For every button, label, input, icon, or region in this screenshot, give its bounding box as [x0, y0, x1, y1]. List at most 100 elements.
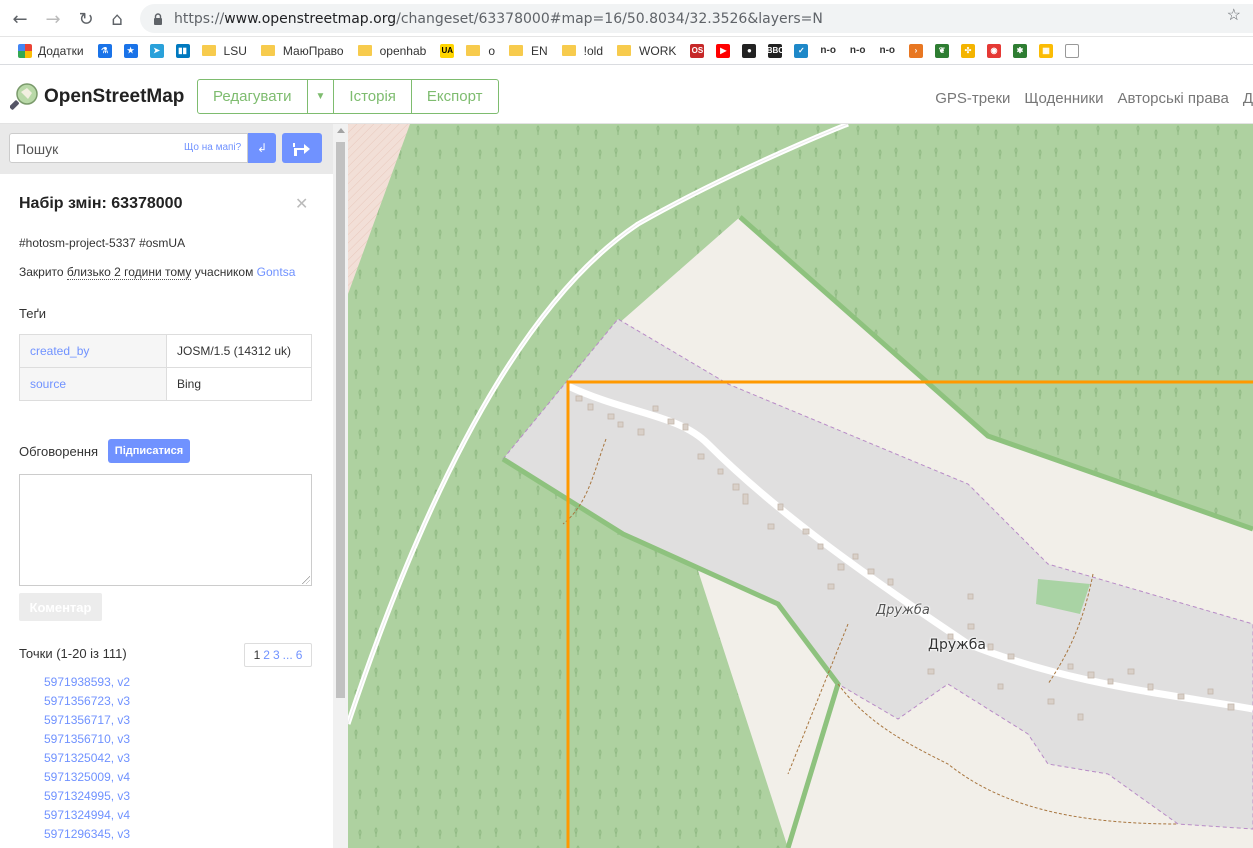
- node-link[interactable]: 5971324994, v4: [44, 808, 130, 827]
- bookmark-label: n-o: [879, 45, 896, 56]
- node-link[interactable]: 5971356723, v3: [44, 694, 130, 713]
- scrollbar-thumb[interactable]: [336, 142, 345, 698]
- nav-more[interactable]: Д: [1243, 90, 1253, 107]
- page-3[interactable]: 3: [273, 648, 280, 662]
- comment-textarea[interactable]: [19, 474, 312, 586]
- os-icon: OS: [690, 43, 705, 58]
- osm-header: OpenStreetMap Редагувати ▼ Історія Експо…: [0, 65, 1253, 124]
- folder-icon: [561, 45, 576, 56]
- bookmark-label: Додатки: [38, 43, 84, 58]
- bookmark-telegram[interactable]: ➤: [144, 40, 170, 62]
- bookmark-check[interactable]: ✓: [788, 40, 814, 62]
- home-icon[interactable]: ⌂: [106, 8, 128, 30]
- close-icon[interactable]: ✕: [295, 194, 308, 214]
- discussion-heading: Обговорення: [19, 444, 99, 459]
- edit-tabs: Редагувати ▼ Історія Експорт: [197, 79, 499, 114]
- bookmark-grid[interactable]: ▦: [1033, 40, 1059, 62]
- bookmark-leaf[interactable]: ❦: [929, 40, 955, 62]
- leaf-icon: ❦: [935, 43, 950, 58]
- bookmark-pinwheel[interactable]: ✣: [955, 40, 981, 62]
- node-link[interactable]: 5971296345, v3: [44, 827, 130, 846]
- node-link[interactable]: 5971938593, v2: [44, 675, 130, 694]
- node-link[interactable]: 5971324995, v3: [44, 789, 130, 808]
- node-list: 5971938593, v2 5971356723, v3 5971356717, …: [44, 675, 130, 846]
- url-path: /changeset/63378000#map=16/50.8034/32.35…: [396, 10, 823, 27]
- sidebar: Пошук Що на мапі? ↲ Набір змін: 63378000…: [0, 124, 348, 848]
- bookmark-folder[interactable]: EN: [503, 40, 556, 62]
- bookmark-youtube[interactable]: ▶: [710, 40, 736, 62]
- node-link[interactable]: 5971356710, v3: [44, 732, 130, 751]
- bookmark-page[interactable]: [1059, 40, 1085, 62]
- forward-icon[interactable]: →: [42, 8, 64, 30]
- directions-icon: [293, 143, 310, 156]
- directions-button[interactable]: [282, 133, 322, 163]
- folder-icon: [466, 45, 481, 56]
- bookmark-star-icon[interactable]: ☆: [1227, 5, 1241, 25]
- trello-icon: ▮▮: [175, 43, 190, 58]
- eye-icon: ◉: [987, 43, 1002, 58]
- whats-here-link[interactable]: Що на мапі?: [184, 142, 241, 153]
- bookmark-star-bookmark[interactable]: ★: [118, 40, 144, 62]
- bookmark-text[interactable]: n-o: [844, 40, 874, 62]
- bookmark-arrow[interactable]: ›: [903, 40, 929, 62]
- bookmark-lab-icon[interactable]: ⚗: [92, 40, 118, 62]
- reload-icon[interactable]: ↻: [75, 8, 97, 30]
- bookmark-ua[interactable]: UA: [434, 40, 460, 62]
- bookmark-text[interactable]: n-o: [873, 40, 903, 62]
- bookmark-folder[interactable]: o: [460, 40, 503, 62]
- tag-value: JOSM/1.5 (14312 uk): [166, 334, 312, 368]
- node-link[interactable]: 5971325042, v3: [44, 751, 130, 770]
- back-icon[interactable]: ←: [9, 8, 31, 30]
- address-bar[interactable]: https://www.openstreetmap.org/changeset/…: [140, 4, 1253, 33]
- edit-button[interactable]: Редагувати: [198, 80, 308, 113]
- bookmark-eye[interactable]: ◉: [981, 40, 1007, 62]
- resize-handle-icon[interactable]: [302, 576, 310, 584]
- bookmark-label: МаюПраво: [282, 43, 344, 58]
- bookmark-os[interactable]: OS: [684, 40, 710, 62]
- node-link[interactable]: 5971356717, v3: [44, 713, 130, 732]
- nav-gps-traces[interactable]: GPS-треки: [935, 90, 1010, 107]
- scroll-up-arrow-icon[interactable]: [337, 128, 345, 133]
- subscribe-button[interactable]: Підписатися: [108, 439, 190, 463]
- nav-copyright[interactable]: Авторські права: [1117, 90, 1228, 107]
- bookmark-folder[interactable]: !old: [556, 40, 611, 62]
- ua-icon: UA: [440, 43, 455, 58]
- bookmark-label: n-o: [820, 45, 836, 56]
- export-tab[interactable]: Експорт: [412, 80, 498, 113]
- logo[interactable]: OpenStreetMap: [10, 82, 184, 112]
- check-icon: ✓: [794, 43, 809, 58]
- bookmark-label: WORK: [639, 43, 677, 58]
- map-label-village[interactable]: Дружба: [928, 637, 986, 653]
- page-last[interactable]: 6: [296, 648, 303, 662]
- apps-bookmark[interactable]: Додатки: [12, 40, 92, 62]
- nodes-heading: Точки (1-20 із 111): [19, 646, 127, 661]
- apps-grid-icon: [18, 43, 32, 58]
- telegram-icon: ➤: [149, 43, 164, 58]
- bookmark-folder[interactable]: МаюПраво: [255, 40, 352, 62]
- page-icon: [1065, 43, 1080, 58]
- bookmark-bbc[interactable]: BBC: [762, 40, 788, 62]
- bookmark-text[interactable]: n-o: [814, 40, 844, 62]
- page-2[interactable]: 2: [263, 648, 270, 662]
- map-canvas[interactable]: Дружба Дружба: [348, 124, 1253, 848]
- user-link[interactable]: Gontsa: [257, 265, 296, 279]
- search-go-button[interactable]: ↲: [248, 133, 276, 163]
- bookmark-record[interactable]: ●: [736, 40, 762, 62]
- bookmark-trello[interactable]: ▮▮: [170, 40, 196, 62]
- history-tab[interactable]: Історія: [334, 80, 412, 113]
- nav-diaries[interactable]: Щоденники: [1024, 90, 1103, 107]
- bookmark-label: EN: [531, 43, 548, 58]
- bookmark-folder[interactable]: LSU: [196, 40, 255, 62]
- tag-key[interactable]: created_by: [19, 334, 167, 368]
- edit-dropdown-chevron-icon[interactable]: ▼: [308, 80, 335, 113]
- comment-button[interactable]: Коментар: [19, 593, 102, 621]
- bookmark-bug[interactable]: ✱: [1007, 40, 1033, 62]
- closed-prefix: Закрито: [19, 265, 67, 279]
- bookmark-folder[interactable]: WORK: [611, 40, 684, 62]
- node-link[interactable]: 5971325009, v4: [44, 770, 130, 789]
- secondary-nav: GPS-треки Щоденники Авторські права Д: [935, 90, 1253, 107]
- bookmark-folder[interactable]: openhab: [352, 40, 435, 62]
- bug-icon: ✱: [1013, 43, 1028, 58]
- tag-key[interactable]: source: [19, 367, 167, 401]
- closed-time: близько 2 години тому: [66, 265, 192, 280]
